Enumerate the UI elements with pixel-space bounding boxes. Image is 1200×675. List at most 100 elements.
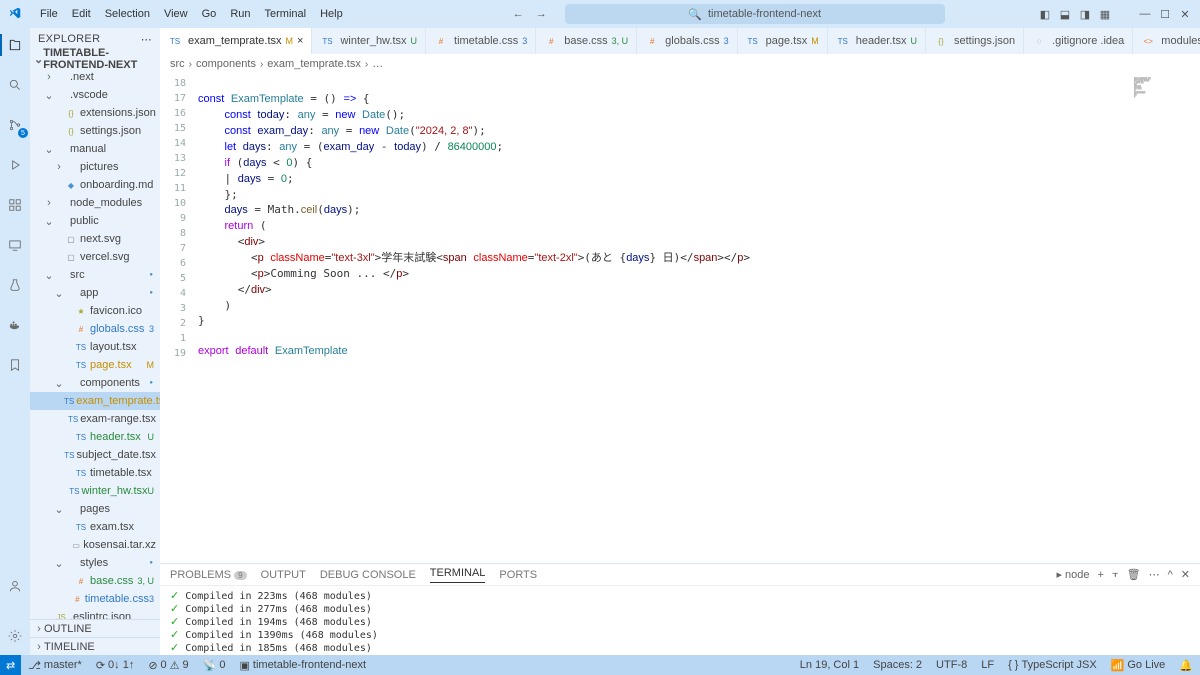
menu-file[interactable]: File [34,5,64,23]
tree-item[interactable]: ▭kosensai.tar.xz [30,536,160,554]
tree-item[interactable]: TSpage.tsxM [30,356,160,374]
menu-help[interactable]: Help [314,5,349,23]
tree-item[interactable]: TSheader.tsxU [30,428,160,446]
editor-tab[interactable]: {}settings.json [926,28,1024,54]
tree-item[interactable]: ⌄.vscode [30,86,160,104]
command-center[interactable]: 🔍 timetable-frontend-next [565,4,945,24]
tree-item[interactable]: ⌄app● [30,284,160,302]
panel-tab-debug-console[interactable]: DEBUG CONSOLE [320,569,416,581]
editor-tab[interactable]: <>modules.xml [1133,28,1200,54]
project-status[interactable]: ▣ timetable-frontend-next [233,659,374,672]
sidebar-more-icon[interactable]: ⋯ [141,33,152,46]
docker-icon[interactable] [4,314,26,336]
panel-tab-problems[interactable]: PROBLEMS9 [170,569,247,581]
tree-item[interactable]: {}extensions.json [30,104,160,122]
breadcrumb[interactable]: src › components › exam_temprate.tsx › … [160,54,1200,74]
breadcrumb-item[interactable]: components [196,58,256,70]
search-activity-icon[interactable] [4,74,26,96]
project-name-row[interactable]: ⌄TIMETABLE-FRONTEND-NEXT [30,50,160,68]
encoding-status[interactable]: UTF-8 [929,659,974,672]
timeline-section[interactable]: ›TIMELINE [30,637,160,655]
notifications-icon[interactable]: 🔔 [1172,659,1200,672]
menu-run[interactable]: Run [224,5,256,23]
editor-tab[interactable]: #timetable.css3 [426,28,536,54]
tree-item[interactable]: #globals.css3 [30,320,160,338]
tree-item[interactable]: ›pictures [30,158,160,176]
git-branch[interactable]: ⎇ master* [21,659,89,672]
go-live[interactable]: 📶 Go Live [1104,659,1173,672]
tab-close-icon[interactable]: × [297,35,303,47]
tree-item[interactable]: ⌄components● [30,374,160,392]
tree-item[interactable]: ⌄styles● [30,554,160,572]
panel-close-icon[interactable]: ✕ [1181,568,1190,581]
tree-item[interactable]: TSexam.tsx [30,518,160,536]
eol-status[interactable]: LF [974,659,1001,672]
language-status[interactable]: { } TypeScript JSX [1001,659,1104,672]
tree-item[interactable]: TSexam-range.tsx [30,410,160,428]
ports-status[interactable]: 📡 0 [196,659,233,672]
tree-item[interactable]: {}settings.json [30,122,160,140]
explorer-icon[interactable] [4,34,26,56]
editor-tab[interactable]: #base.css3, U [536,28,637,54]
terminal-split-icon[interactable]: ⫟ [1112,568,1119,581]
menu-go[interactable]: Go [196,5,223,23]
indent-status[interactable]: Spaces: 2 [866,659,929,672]
tree-item[interactable]: ▢next.svg [30,230,160,248]
panel-tab-terminal[interactable]: TERMINAL [430,567,486,583]
tree-item[interactable]: ⌄pages [30,500,160,518]
menu-view[interactable]: View [158,5,194,23]
remote-indicator[interactable]: ⇄ [0,655,21,675]
cursor-position[interactable]: Ln 19, Col 1 [793,659,866,672]
layout-grid-icon[interactable]: ▦ [1098,7,1112,21]
panel-maximize-icon[interactable]: ^ [1168,569,1173,581]
window-maximize-icon[interactable]: ☐ [1158,7,1172,21]
remote-icon[interactable] [4,234,26,256]
settings-gear-icon[interactable] [4,625,26,647]
tree-item[interactable]: #base.css3, U [30,572,160,590]
tree-item[interactable]: ›node_modules [30,194,160,212]
tree-item[interactable]: ★favicon.ico [30,302,160,320]
editor-tab[interactable]: #globals.css3 [637,28,737,54]
breadcrumb-item[interactable]: … [372,58,383,70]
terminal-profile[interactable]: ▸ node [1056,568,1089,581]
editor-tab[interactable]: TSexam_temprate.tsxM× [160,28,312,54]
tree-item[interactable]: TSexam_temprate.tsxM [30,392,160,410]
tree-item[interactable]: ▢vercel.svg [30,248,160,266]
panel-more-icon[interactable]: ⋯ [1149,568,1160,581]
tree-item[interactable]: TStimetable.tsx [30,464,160,482]
bookmark-icon[interactable] [4,354,26,376]
editor[interactable]: 18171615141312111098765432119 const Exam… [160,74,1200,563]
nav-back-icon[interactable]: ← [513,8,524,20]
window-minimize-icon[interactable]: — [1138,7,1152,21]
minimap[interactable]: ███ ██████ ████ ████ █████ ███ █████████… [1130,74,1200,563]
panel-tab-ports[interactable]: PORTS [499,569,537,581]
tree-item[interactable]: TSwinter_hw.tsxU [30,482,160,500]
menu-selection[interactable]: Selection [99,5,156,23]
menu-terminal[interactable]: Terminal [259,5,313,23]
editor-tab[interactable]: ◌.gitignore .idea [1024,28,1133,54]
nav-fwd-icon[interactable]: → [536,8,547,20]
window-close-icon[interactable]: ✕ [1178,7,1192,21]
tree-item[interactable]: TSlayout.tsx [30,338,160,356]
terminal-new-icon[interactable]: + [1098,569,1104,581]
terminal-trash-icon[interactable]: 🗑 [1127,568,1141,581]
tree-item[interactable]: ›.next [30,68,160,86]
tree-item[interactable]: #timetable.css3 [30,590,160,608]
problems-status[interactable]: ⊘ 0 ⚠ 9 [141,659,195,672]
debug-icon[interactable] [4,154,26,176]
code-area[interactable]: const ExamTemplate = () => { const today… [194,74,1130,563]
tree-item[interactable]: ◆onboarding.md [30,176,160,194]
layout-right-icon[interactable]: ◨ [1078,7,1092,21]
tree-item[interactable]: ⌄manual [30,140,160,158]
panel-tab-output[interactable]: OUTPUT [261,569,306,581]
extensions-icon[interactable] [4,194,26,216]
tree-item[interactable]: ⌄public [30,212,160,230]
editor-tab[interactable]: TSwinter_hw.tsxU [312,28,426,54]
breadcrumb-item[interactable]: src [170,58,185,70]
tree-item[interactable]: JS.eslintrc.json [30,608,160,619]
tree-item[interactable]: ⌄src● [30,266,160,284]
outline-section[interactable]: ›OUTLINE [30,619,160,637]
layout-left-icon[interactable]: ◧ [1038,7,1052,21]
git-sync[interactable]: ⟳ 0↓ 1↑ [89,659,142,672]
layout-bottom-icon[interactable]: ⬓ [1058,7,1072,21]
